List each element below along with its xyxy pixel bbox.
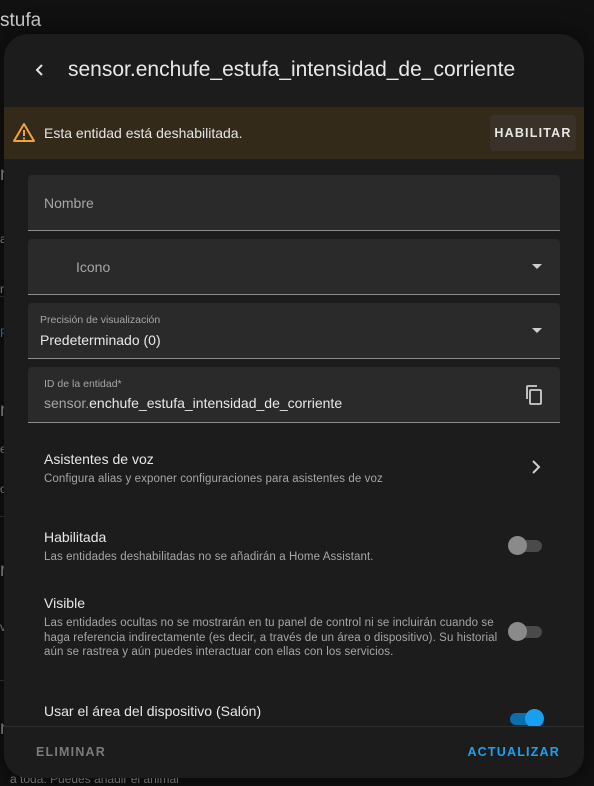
name-field[interactable]: Nombre	[28, 175, 560, 231]
dropdown-caret-icon	[532, 264, 542, 269]
chevron-right-icon[interactable]	[528, 459, 544, 475]
update-button[interactable]: ACTUALIZAR	[467, 745, 560, 759]
entity-id-text: enchufe_estufa_intensidad_de_corriente	[89, 395, 343, 411]
display-precision-select[interactable]: Precisión de visualización Predeterminad…	[28, 303, 560, 359]
voice-assistants-title: Asistentes de voz	[44, 451, 154, 467]
voice-assistants-description: Configura alias y exponer configuracione…	[44, 473, 383, 485]
entity-id-prefix: sensor.	[44, 395, 90, 411]
device-area-row: Usar el área del dispositivo (Salón)	[44, 703, 514, 719]
disabled-alert: Esta entidad está deshabilitada. HABILIT…	[4, 107, 584, 159]
enable-button[interactable]: HABILITAR	[490, 115, 576, 151]
entity-id-field[interactable]: ID de la entidad* sensor.enchufe_estufa_…	[28, 367, 560, 423]
voice-assistants-row[interactable]: Asistentes de voz Configura alias y expo…	[44, 451, 514, 487]
visible-description: Las entidades ocultas no se mostrarán en…	[44, 617, 498, 658]
enabled-description: Las entidades deshabilitadas no se añadi…	[44, 551, 374, 563]
enabled-toggle[interactable]	[508, 533, 544, 557]
delete-button[interactable]: ELIMINAR	[36, 745, 106, 759]
visible-toggle[interactable]	[508, 619, 544, 643]
back-button[interactable]	[28, 56, 52, 84]
dialog-title: sensor.enchufe_estufa_intensidad_de_corr…	[68, 58, 516, 81]
enabled-row: Habilitada Las entidades deshabilitadas …	[44, 529, 514, 565]
chevron-left-icon	[35, 64, 43, 76]
copy-icon[interactable]	[524, 384, 544, 406]
entity-id-label: ID de la entidad*	[44, 378, 122, 390]
toggle-knob	[508, 536, 527, 555]
icon-picker[interactable]: Icono	[28, 239, 560, 295]
dialog-header: sensor.enchufe_estufa_intensidad_de_corr…	[4, 34, 584, 106]
icon-placeholder: Icono	[76, 259, 111, 275]
toggle-knob	[508, 622, 527, 641]
visible-row: Visible Las entidades ocultas no se most…	[44, 595, 514, 660]
alert-message: Esta entidad está deshabilitada.	[44, 125, 243, 141]
enabled-title: Habilitada	[44, 529, 107, 545]
entity-id-value: sensor.enchufe_estufa_intensidad_de_corr…	[44, 395, 342, 411]
background-page-title: stufa	[0, 10, 42, 31]
entity-settings-dialog: sensor.enchufe_estufa_intensidad_de_corr…	[4, 34, 584, 778]
device-area-title: Usar el área del dispositivo (Salón)	[44, 703, 262, 719]
name-placeholder: Nombre	[44, 195, 94, 211]
warning-icon	[13, 123, 35, 142]
dropdown-caret-icon	[532, 328, 542, 333]
dialog-footer: ELIMINAR ACTUALIZAR	[4, 726, 584, 778]
visible-title: Visible	[44, 595, 85, 611]
precision-value: Predeterminado (0)	[40, 332, 161, 348]
precision-label: Precisión de visualización	[40, 314, 161, 326]
